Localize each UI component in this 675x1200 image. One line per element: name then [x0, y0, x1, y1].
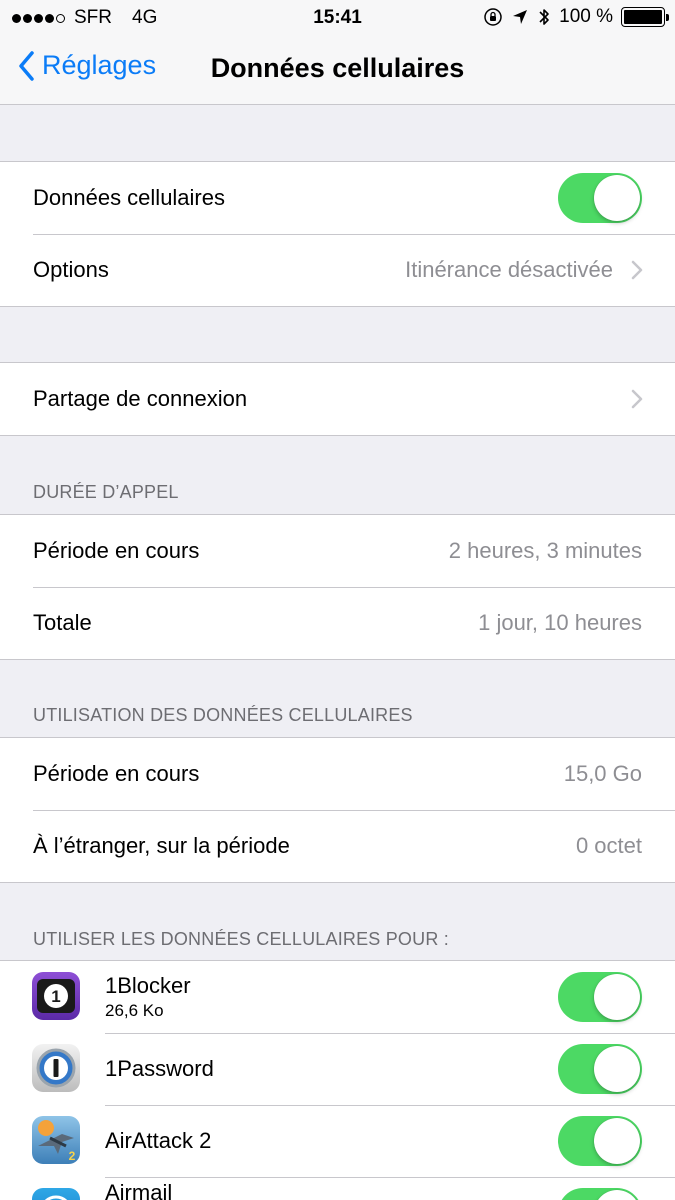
status-bar: SFR 4G 15:41 100 % — [0, 0, 675, 36]
call-total-row: Totale 1 jour, 10 heures — [0, 587, 675, 659]
app-name: Airmail — [105, 1180, 173, 1200]
app-row-1password: 1Password — [0, 1033, 675, 1105]
toggle-knob — [594, 1046, 640, 1092]
cellular-data-label: Données cellulaires — [33, 185, 225, 210]
apps-group: 1 1Blocker 26,6 Ko 1Password 2 AirAttack… — [0, 960, 675, 1200]
hotspot-row[interactable]: Partage de connexion — [0, 363, 675, 435]
data-usage-group: Période en cours 15,0 Go À l’étranger, s… — [0, 737, 675, 883]
svg-text:2: 2 — [69, 1149, 76, 1163]
app-name: 1Password — [105, 1056, 214, 1081]
options-label: Options — [33, 257, 109, 282]
page-title: Données cellulaires — [210, 53, 465, 83]
call-duration-group: Période en cours 2 heures, 3 minutes Tot… — [0, 514, 675, 660]
hotspot-group: Partage de connexion — [0, 362, 675, 436]
location-icon — [513, 10, 528, 24]
toggle-knob — [594, 1190, 640, 1200]
airattack-icon: 2 — [32, 1116, 80, 1164]
app-row-1blocker: 1 1Blocker 26,6 Ko — [0, 961, 675, 1033]
battery-icon — [621, 7, 669, 27]
data-current-period-value: 15,0 Go — [563, 761, 642, 786]
call-current-period-label: Période en cours — [33, 538, 200, 563]
chevron-right-icon — [631, 389, 643, 409]
toggle-knob — [594, 175, 640, 221]
app-toggle-1blocker[interactable] — [558, 972, 642, 1022]
app-toggle-airattack[interactable] — [558, 1116, 642, 1166]
chevron-right-icon — [631, 260, 643, 280]
options-value: Itinérance désactivée — [405, 257, 613, 282]
1blocker-icon: 1 — [32, 972, 80, 1020]
data-roaming-label: À l’étranger, sur la période — [33, 833, 290, 858]
app-text: 1Blocker 26,6 Ko — [105, 973, 191, 1021]
app-usage: 26,6 Ko — [105, 1001, 164, 1020]
apps-header: UTILISER LES DONNÉES CELLULAIRES POUR : — [33, 929, 449, 949]
toggle-knob — [594, 974, 640, 1020]
orientation-lock-icon — [484, 8, 502, 26]
battery-percentage: 100 % — [559, 6, 613, 27]
call-total-value: 1 jour, 10 heures — [478, 610, 642, 635]
1password-icon — [32, 1044, 80, 1092]
app-row-airmail: Airmail — [0, 1177, 675, 1200]
svg-text:1: 1 — [51, 987, 60, 1006]
call-current-period-value: 2 heures, 3 minutes — [448, 538, 642, 563]
airmail-icon — [32, 1188, 80, 1200]
navigation-bar: Réglages Données cellulaires — [0, 36, 675, 105]
data-usage-header: UTILISATION DES DONNÉES CELLULAIRES — [33, 705, 413, 725]
app-name: AirAttack 2 — [105, 1128, 212, 1153]
call-duration-header: DURÉE D’APPEL — [33, 482, 179, 502]
cellular-data-toggle[interactable] — [558, 173, 642, 223]
app-row-airattack: 2 AirAttack 2 — [0, 1105, 675, 1177]
app-name: 1Blocker — [105, 973, 191, 998]
status-right: 100 % — [483, 6, 669, 28]
app-toggle-1password[interactable] — [558, 1044, 642, 1094]
hotspot-label: Partage de connexion — [33, 386, 248, 411]
options-row[interactable]: Options Itinérance désactivée — [0, 234, 675, 306]
data-roaming-row: À l’étranger, sur la période 0 octet — [0, 810, 675, 882]
toggle-knob — [594, 1118, 640, 1164]
data-current-period-row: Période en cours 15,0 Go — [0, 738, 675, 810]
call-total-label: Totale — [33, 610, 92, 635]
data-roaming-value: 0 octet — [575, 833, 642, 858]
cellular-data-row: Données cellulaires — [0, 162, 675, 234]
battery-level — [624, 10, 662, 24]
cellular-data-group: Données cellulaires Options Itinérance d… — [0, 161, 675, 307]
app-toggle-airmail[interactable] — [558, 1188, 642, 1200]
data-current-period-label: Période en cours — [33, 761, 200, 786]
bluetooth-icon — [539, 9, 549, 25]
call-current-period-row: Période en cours 2 heures, 3 minutes — [0, 515, 675, 587]
